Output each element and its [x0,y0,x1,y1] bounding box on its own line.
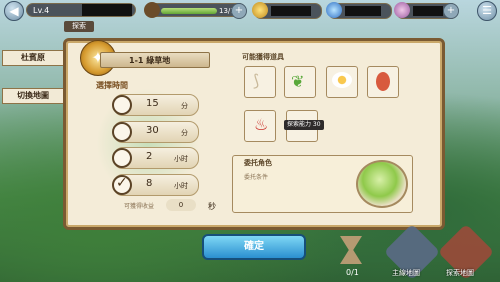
reward-slot[interactable]: ♨ [244,110,276,142]
add-stamina-button[interactable]: + [231,3,247,19]
time-unit: 分 [181,102,188,110]
egg-icon [332,72,352,88]
sub-tag: 探索 [64,21,94,32]
seconds-label: 秒 [208,202,216,211]
menu-button[interactable]: ☰ [477,1,497,21]
level-text: Lv.4 [33,6,50,15]
reward-label: 可獲得收益 [124,203,155,210]
switch-map-button[interactable]: 切換地圖 [2,88,64,104]
reward-slot[interactable] [326,66,358,98]
time-unit: 小时 [174,155,188,163]
red-egg-icon [376,72,390,91]
time-value: 8 [146,178,153,189]
coin-pill [252,2,322,19]
reward-slot[interactable]: ⟆ [244,66,276,98]
time-value: 2 [146,151,153,162]
radio-30min[interactable] [112,122,132,142]
location-tag: 杜賓原 [2,50,64,66]
time-value: 15 [146,98,159,109]
back-button[interactable]: ◀ [4,1,24,21]
pepper-icon: ♨ [254,115,269,134]
leaf-icon: ❦ [291,72,305,91]
stamina-pill: 13/13 + [144,2,247,19]
stamina-bar [161,8,217,14]
radio-2h[interactable] [112,148,132,168]
rewards-title: 可能獲得道具 [242,53,284,61]
time-option-8h[interactable]: 8 小时 [112,174,199,196]
confirm-button[interactable]: 確定 [202,234,306,260]
hourglass-icon [340,236,362,264]
coin-icon [252,2,268,18]
radio-15min[interactable] [112,95,132,115]
explore-map-label: 探索地圖 [446,269,474,277]
ticket-pill: + [394,2,459,19]
stamina-icon [144,2,160,18]
horn-icon: ⟆ [253,71,260,90]
time-unit: 分 [181,129,188,137]
gem-pill [326,2,392,19]
character-condition: 委托条件 [244,174,269,181]
stage-title: 1-1 綠草地 [100,52,210,68]
gem-amount-redacted [345,6,381,16]
character-avatar[interactable] [356,160,408,208]
tooltip: 探索能力 30 [284,120,324,130]
time-option-15min[interactable]: 15 分 [112,94,199,116]
add-ticket-button[interactable]: + [443,3,459,19]
stamina-fill [161,8,217,14]
top-hud: ◀ Lv.4 13/13 + + ☰ [0,0,500,22]
player-name-redacted [82,4,132,16]
time-unit: 小时 [174,182,188,190]
radio-8h[interactable] [112,175,132,195]
time-value: 30 [146,125,159,136]
reward-value: 0 [166,199,196,211]
time-option-2h[interactable]: 2 小时 [112,147,199,169]
main-map-label: 主線地圖 [392,269,420,277]
ticket-amount-redacted [413,6,443,16]
reward-slot[interactable] [367,66,399,98]
explore-count: 0/1 [346,268,359,277]
time-option-30min[interactable]: 30 分 [112,121,199,143]
coin-amount-redacted [271,6,311,16]
ticket-icon [394,2,410,18]
character-title: 委托角色 [244,159,272,167]
gem-icon [326,2,342,18]
reward-slot[interactable]: ❦ [284,66,316,98]
